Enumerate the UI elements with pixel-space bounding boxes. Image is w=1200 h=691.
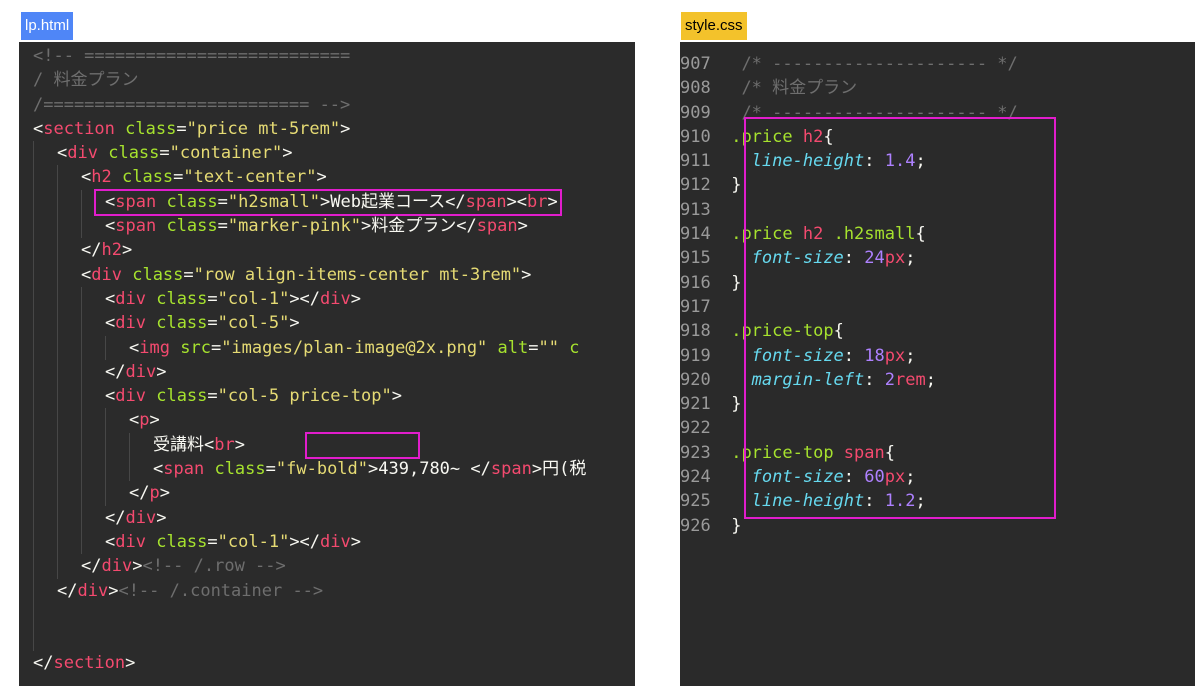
code-line: <span class="marker-pink">料金プラン</span> [33, 214, 635, 238]
code-line: 908 /* 料金プラン [680, 78, 858, 99]
line-number: 907 [680, 54, 711, 74]
tab-lp-html[interactable]: lp.html [21, 12, 74, 40]
code-line: <span class="fw-bold">439,780~ </span>円(… [33, 457, 635, 481]
line-number: 912 [680, 175, 711, 196]
line-number: 922 [680, 418, 711, 439]
code-line: / 料金プラン [33, 70, 139, 91]
code-line: </p> [33, 481, 635, 505]
tab-style-css[interactable]: style.css [681, 12, 747, 40]
css-code-editor[interactable]: 907 /* --------------------- */ 908 /* 料… [680, 42, 1195, 686]
code-line: <div class="row align-items-center mt-3r… [33, 263, 635, 287]
code-line: </div> [33, 360, 635, 384]
code-line: <img src="images/plan-image@2x.png" alt=… [33, 336, 635, 360]
code-line: </section> [33, 653, 136, 674]
line-number: 917 [680, 296, 711, 317]
line-number: 926 [680, 515, 711, 536]
line-number: 911 [680, 151, 711, 172]
line-number: 908 [680, 78, 711, 99]
line-number: 925 [680, 491, 711, 512]
line-number: 913 [680, 199, 711, 220]
highlight-h2small-span [94, 189, 562, 216]
highlight-price-rules [744, 117, 1056, 519]
code-line: </div><!-- /.container --> [33, 579, 635, 603]
line-number: 921 [680, 394, 711, 415]
code-line: </div><!-- /.row --> [33, 554, 635, 578]
code-line: <div class="col-1"></div> [33, 530, 635, 554]
code-line: </div> [33, 506, 635, 530]
line-number: 920 [680, 369, 711, 390]
line-number: 914 [680, 224, 711, 245]
line-number: 910 [680, 126, 711, 147]
line-number: 923 [680, 442, 711, 463]
code-line: <div class="col-5 price-top"> [33, 384, 635, 408]
line-number: 919 [680, 345, 711, 366]
code-line: <div class="col-1"></div> [33, 287, 635, 311]
code-line: <div class="container"> [33, 141, 635, 165]
line-number: 924 [680, 467, 711, 488]
html-code-editor[interactable]: <!-- ========================== / 料金プラン … [19, 42, 635, 686]
code-line: <div class="col-5"> [33, 311, 635, 335]
line-number: 918 [680, 321, 711, 342]
code-line: <p> [33, 408, 635, 432]
code-line: <!-- ========================== [33, 46, 351, 66]
code-line: </h2> [33, 238, 635, 262]
code-line: /========================== --> [33, 94, 351, 115]
highlight-price-top-class [305, 432, 420, 459]
line-number: 909 [680, 102, 711, 123]
line-number: 915 [680, 248, 711, 269]
code-line: <h2 class="text-center"> [33, 165, 635, 189]
code-line: 907 /* --------------------- */ [680, 54, 1018, 74]
line-number: 916 [680, 272, 711, 293]
code-line: <section class="price mt-5rem"> [33, 118, 351, 139]
